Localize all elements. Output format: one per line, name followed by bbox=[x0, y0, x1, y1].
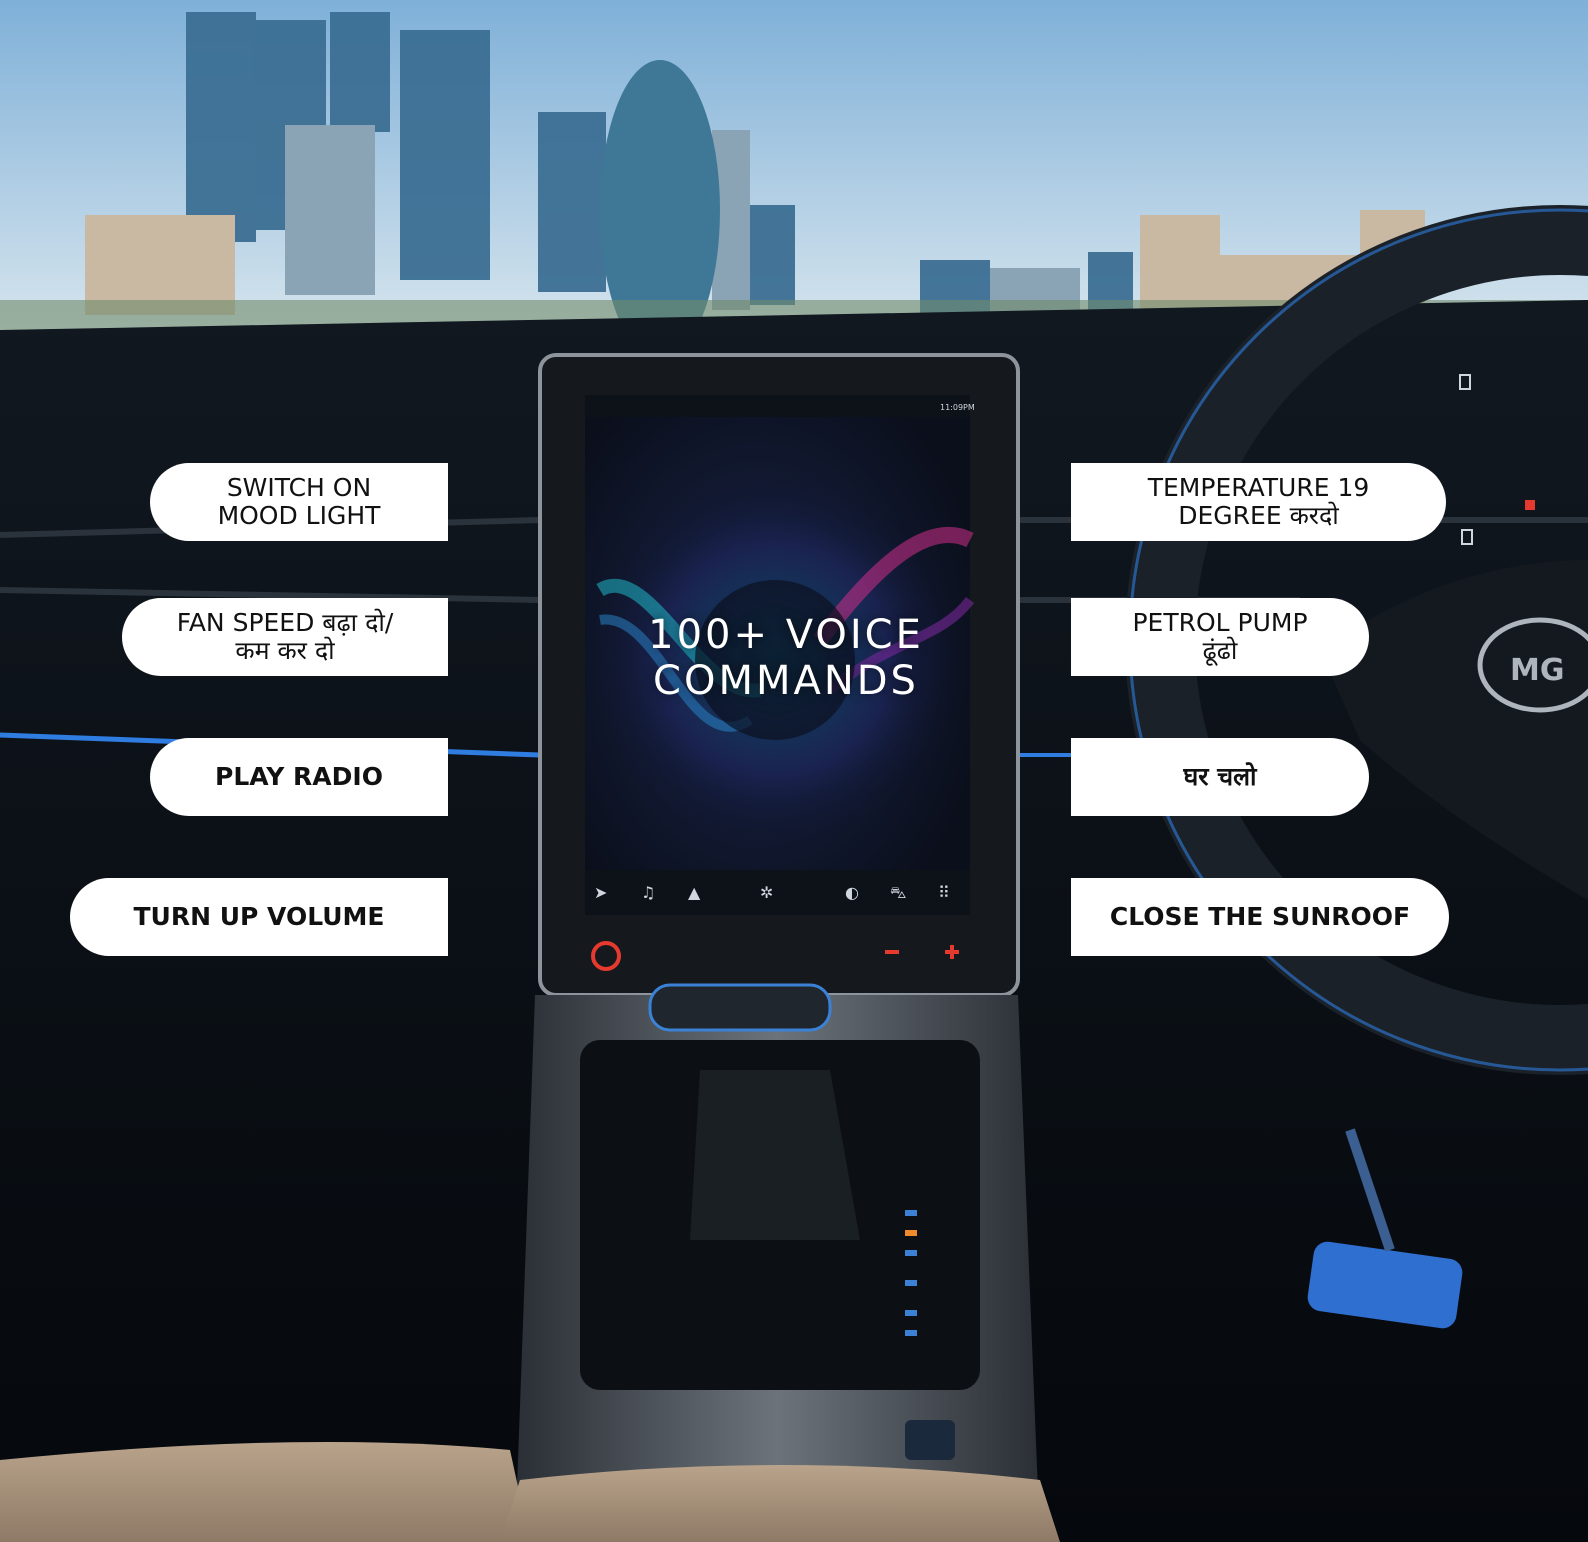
svg-text:♫: ♫ bbox=[641, 883, 655, 902]
svg-text:▲: ▲ bbox=[688, 883, 701, 902]
svg-text:⠿: ⠿ bbox=[938, 883, 950, 902]
status-bar-time: 11:09PM bbox=[940, 403, 975, 412]
command-temperature: TEMPERATURE 19 DEGREE करदो bbox=[1071, 463, 1446, 541]
svg-text:⛍: ⛍ bbox=[890, 883, 907, 902]
command-fan-speed: FAN SPEED बढ़ा दो/ कम कर दो bbox=[122, 598, 448, 676]
car-interior-scene: MG ➤ ♫ ▲ ✲ ◐ ⛍ ⠿ 11:09PM 100+ VOICE COMM… bbox=[0, 0, 1588, 1542]
svg-text:MG: MG bbox=[1510, 653, 1564, 688]
command-close-sunroof: CLOSE THE SUNROOF bbox=[1071, 878, 1449, 956]
command-turn-up-volume: TURN UP VOLUME bbox=[70, 878, 448, 956]
svg-text:➤: ➤ bbox=[594, 883, 607, 902]
svg-text:◐: ◐ bbox=[845, 883, 859, 902]
svg-text:✲: ✲ bbox=[760, 883, 773, 902]
command-ghar-chalo: घर चलो bbox=[1071, 738, 1369, 816]
command-play-radio: PLAY RADIO bbox=[150, 738, 448, 816]
command-petrol-pump: PETROL PUMP ढूंढो bbox=[1071, 598, 1369, 676]
command-switch-on-mood-light: SWITCH ON MOOD LIGHT bbox=[150, 463, 448, 541]
voice-commands-headline: 100+ VOICE COMMANDS bbox=[648, 612, 924, 704]
